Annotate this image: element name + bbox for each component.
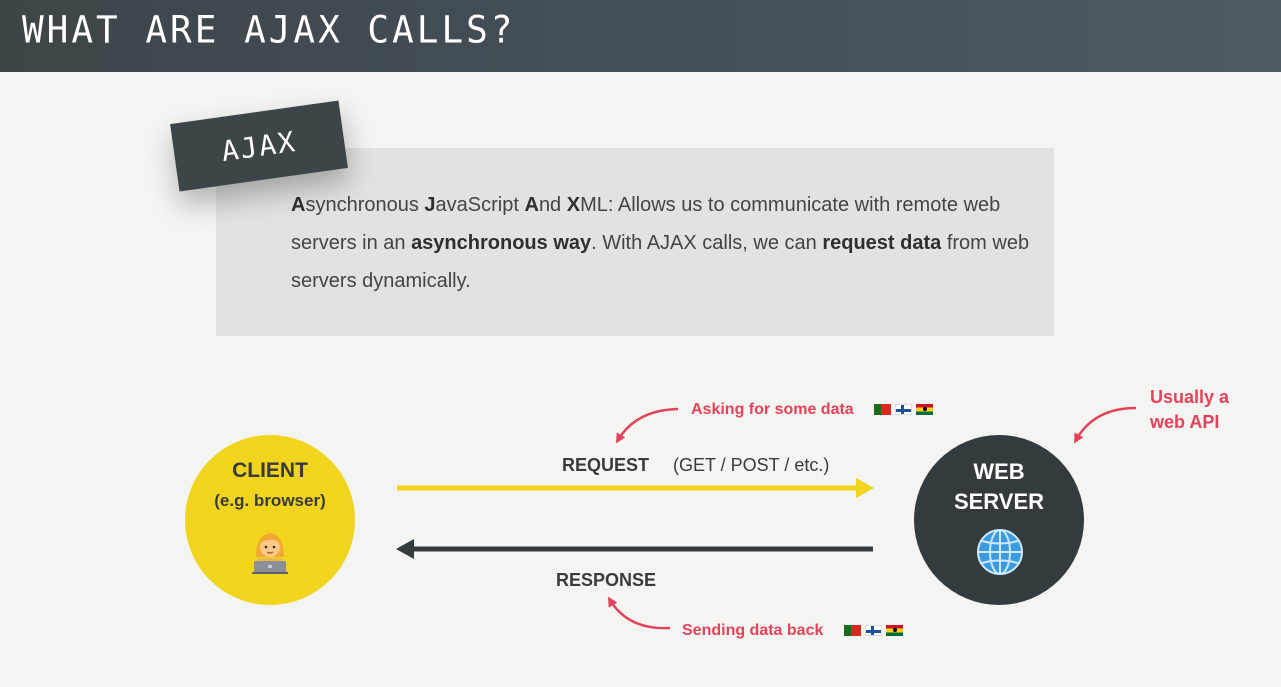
ghana-flag-icon bbox=[916, 404, 933, 415]
web-api-note-line2: web API bbox=[1150, 412, 1220, 432]
web-server-title-line1: WEB bbox=[973, 459, 1025, 484]
web-server-title-line2: SERVER bbox=[953, 489, 1045, 514]
globe-icon bbox=[977, 529, 1023, 575]
request-methods: (GET / POST / etc.) bbox=[673, 455, 830, 475]
client-circle: CLIENT (e.g. browser) bbox=[185, 435, 355, 605]
request-label: REQUEST bbox=[562, 455, 650, 475]
flags-sending bbox=[844, 625, 903, 636]
sending-note: Sending data back bbox=[682, 622, 824, 639]
portugal-flag-icon bbox=[874, 404, 891, 415]
asking-note: Asking for some data bbox=[691, 401, 854, 418]
web-api-note-arrow bbox=[1074, 406, 1137, 444]
response-arrow-head bbox=[396, 539, 414, 559]
client-subtitle: (e.g. browser) bbox=[214, 491, 326, 510]
ghana-flag-icon bbox=[886, 625, 903, 636]
web-api-note: Usually a web API bbox=[1150, 385, 1229, 435]
sending-note-arrow bbox=[607, 596, 671, 630]
portugal-flag-icon bbox=[844, 625, 861, 636]
finland-flag-icon bbox=[865, 625, 882, 636]
flags-asking bbox=[874, 404, 933, 415]
finland-flag-icon bbox=[895, 404, 912, 415]
web-api-note-line1: Usually a bbox=[1150, 387, 1230, 407]
web-server-title: WEB SERVER bbox=[914, 457, 1084, 517]
web-server-circle: WEB SERVER bbox=[914, 435, 1084, 605]
client-title: CLIENT bbox=[232, 459, 308, 482]
person-with-laptop-icon bbox=[252, 533, 288, 574]
asking-note-arrow bbox=[615, 407, 679, 444]
request-arrow-head bbox=[856, 478, 874, 498]
response-label: RESPONSE bbox=[556, 570, 657, 590]
